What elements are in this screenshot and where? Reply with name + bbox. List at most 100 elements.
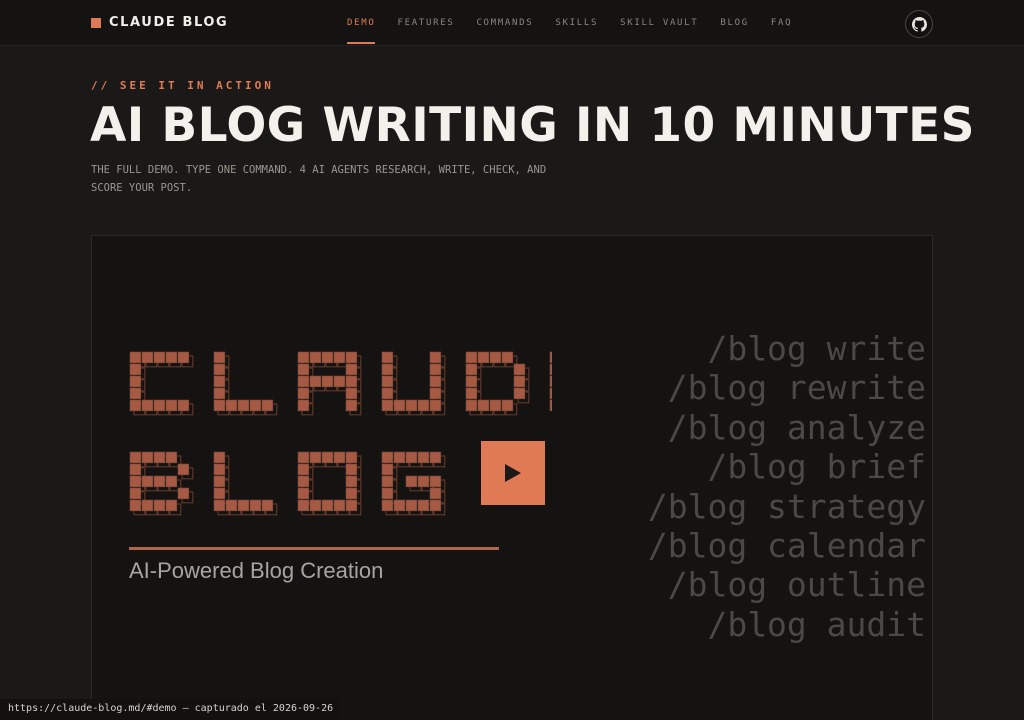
logo-brick: [417, 399, 430, 412]
logo-brick: [381, 463, 394, 476]
logo-letter-d: [465, 351, 530, 416]
logo-brick: [465, 399, 478, 412]
logo-brick: [213, 463, 226, 476]
logo-brick: [429, 351, 442, 364]
logo-brick: [381, 487, 394, 500]
logo-brick: [213, 387, 226, 400]
logo-brick: [165, 499, 178, 512]
logo-brick: [297, 451, 310, 464]
logo-brick: [129, 487, 142, 500]
logo-brick: [297, 463, 310, 476]
logo-brick: [345, 375, 358, 388]
logo-brick: [333, 375, 346, 388]
logo-brick: [405, 451, 418, 464]
url-status-bar: https://claude-blog.md/#demo — capturado…: [0, 699, 342, 720]
logo-brick: [225, 499, 238, 512]
logo-brick: [393, 399, 406, 412]
nav-link-demo[interactable]: DEMO: [336, 0, 386, 46]
command-item: /blog outline: [667, 565, 926, 605]
logo-brick: [513, 363, 526, 376]
logo-brick: [129, 463, 142, 476]
logo-letter-u: [381, 351, 446, 416]
logo-brick: [321, 499, 334, 512]
logo-brick: [393, 451, 406, 464]
logo-brick: [141, 399, 154, 412]
brand-name: CLAUDE BLOG: [109, 15, 229, 30]
logo-brick: [297, 487, 310, 500]
logo-divider: [129, 547, 499, 550]
nav-link-blog[interactable]: BLOG: [709, 0, 759, 46]
logo-brick: [297, 499, 310, 512]
logo-brick: [321, 351, 334, 364]
logo-brick: [381, 351, 394, 364]
github-button[interactable]: [905, 10, 933, 38]
command-list: /blog write /blog rewrite /blog analyze …: [648, 329, 926, 644]
logo-brick: [513, 375, 526, 388]
nav-link-faq[interactable]: FAQ: [760, 0, 803, 46]
command-item: /blog strategy: [647, 486, 926, 526]
logo-brick: [477, 399, 490, 412]
logo-brick: [429, 387, 442, 400]
logo-brick: [345, 387, 358, 400]
logo-brick: [225, 399, 238, 412]
logo-brick: [129, 363, 142, 376]
logo-brick: [345, 399, 358, 412]
logo-brick: [381, 363, 394, 376]
logo-brick: [429, 475, 442, 488]
logo-brick: [177, 351, 190, 364]
logo-brick: [429, 363, 442, 376]
logo-brick: [477, 351, 490, 364]
nav-link-commands[interactable]: COMMANDS: [465, 0, 544, 46]
logo-letter-b: [129, 451, 194, 516]
logo-brick: [261, 499, 274, 512]
demo-video-player[interactable]: AI-Powered Blog Creation /blog write /bl…: [91, 235, 933, 720]
nav-link-skills[interactable]: SKILLS: [544, 0, 609, 46]
logo-brick: [381, 451, 394, 464]
page-subtitle: THE FULL DEMO. TYPE ONE COMMAND. 4 AI AG…: [91, 164, 547, 194]
play-button[interactable]: [481, 441, 545, 505]
logo-brick: [249, 399, 262, 412]
video-tagline: AI-Powered Blog Creation: [129, 558, 384, 583]
logo-brick: [213, 475, 226, 488]
logo-brick: [465, 375, 478, 388]
logo-brick: [489, 399, 502, 412]
logo-letter-l: [213, 351, 278, 416]
logo-brick: [465, 363, 478, 376]
logo-brick: [333, 351, 346, 364]
logo-brick: [405, 475, 418, 488]
logo-brick: [165, 351, 178, 364]
logo-brick: [297, 387, 310, 400]
logo-brick: [129, 399, 142, 412]
logo-brick: [381, 387, 394, 400]
top-nav: CLAUDE BLOG DEMO FEATURES COMMANDS SKILL…: [0, 0, 1024, 46]
logo-brick: [309, 451, 322, 464]
logo-brick: [237, 399, 250, 412]
logo-brick: [549, 399, 552, 412]
logo-brick: [381, 499, 394, 512]
nav-link-features[interactable]: FEATURES: [386, 0, 465, 46]
nav-link-skill-vault[interactable]: SKILL VAULT: [609, 0, 709, 46]
logo-brick: [213, 375, 226, 388]
logo-brick: [417, 499, 430, 512]
logo-brick: [141, 499, 154, 512]
logo-brick: [177, 487, 190, 500]
logo-brick: [129, 475, 142, 488]
logo-brick: [429, 399, 442, 412]
logo-brick: [177, 399, 190, 412]
brand[interactable]: CLAUDE BLOG: [91, 15, 228, 30]
logo-brick: [129, 375, 142, 388]
logo-brick: [141, 351, 154, 364]
logo-brick: [513, 387, 526, 400]
logo-brick: [261, 399, 274, 412]
logo-brick: [213, 351, 226, 364]
logo-brick: [549, 375, 552, 388]
logo-brick: [345, 351, 358, 364]
logo-brick: [405, 499, 418, 512]
logo-brick: [249, 499, 262, 512]
logo-letter-o: [297, 451, 362, 516]
logo-brick: [165, 451, 178, 464]
logo-brick: [129, 499, 142, 512]
logo-brick: [213, 363, 226, 376]
logo-brick: [549, 387, 552, 400]
logo-brick: [501, 351, 514, 364]
